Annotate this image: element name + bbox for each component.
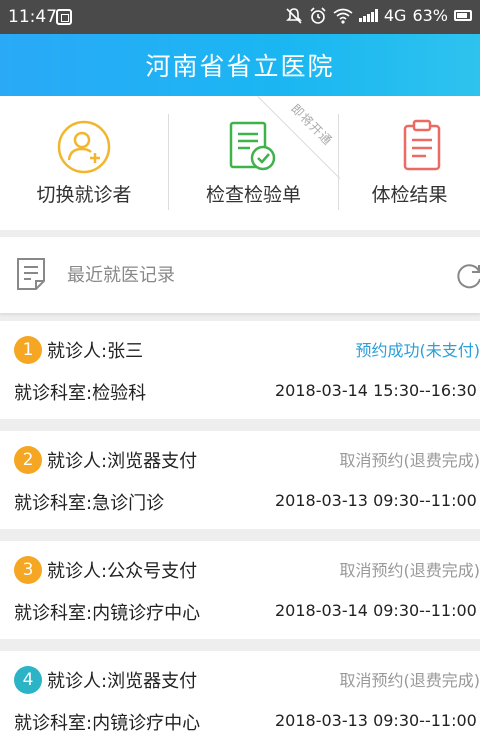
record-status: 取消预约(退费完成) [339, 671, 480, 690]
record-time: 2018-03-13 09:30--11:00 [275, 491, 477, 510]
coming-soon-ribbon: 即将开通 [250, 96, 340, 186]
recent-records-label: 最近就医记录 [67, 265, 175, 286]
checklist-label: 检查检验单 [205, 184, 301, 206]
record-status: 取消预约(退费完成) [339, 451, 480, 470]
wifi-icon [333, 8, 353, 24]
record-time: 2018-03-13 09:30--11:00 [275, 711, 477, 730]
status-bar: 11:47 4G 63% [0, 0, 480, 34]
switch-patient-label: 切换就诊者 [36, 184, 132, 206]
record-patient: 就诊人:张三 [47, 341, 144, 362]
record-patient: 就诊人:浏览器支付 [47, 451, 198, 472]
clipboard-icon [403, 119, 441, 171]
record-index-badge: 3 [14, 556, 42, 584]
alarm-icon [310, 6, 326, 24]
record-time: 2018-03-14 09:30--11:00 [275, 601, 477, 620]
network-type: 4G [383, 6, 407, 25]
record-card[interactable]: 3 就诊人:公众号支付 取消预约(退费完成) 就诊科室:内镜诊疗中心 2018-… [0, 541, 480, 639]
record-department: 就诊科室:内镜诊疗中心 [14, 603, 201, 624]
page-title: 河南省省立医院 [145, 52, 335, 81]
record-card[interactable]: 1 就诊人:张三 预约成功(未支付) 就诊科室:检验科 2018-03-14 1… [0, 321, 480, 419]
scan-icon [56, 9, 72, 25]
record-patient: 就诊人:公众号支付 [47, 561, 198, 582]
ribbon-text: 即将开通 [288, 101, 335, 149]
recent-records-header[interactable]: 最近就医记录 [0, 237, 480, 313]
refresh-icon[interactable] [455, 262, 480, 290]
record-status: 取消预约(退费完成) [339, 561, 480, 580]
app-header: 河南省省立医院 [0, 34, 480, 96]
quick-actions: 切换就诊者 即将开通 检查检验单 体检结果 [0, 96, 480, 230]
battery-icon [454, 10, 472, 21]
record-card[interactable]: 4 就诊人:浏览器支付 取消预约(退费完成) 就诊科室:内镜诊疗中心 2018-… [0, 651, 480, 745]
exam-results-button[interactable]: 体检结果 [339, 96, 480, 230]
record-card[interactable]: 2 就诊人:浏览器支付 取消预约(退费完成) 就诊科室:急诊门诊 2018-03… [0, 431, 480, 529]
record-index-badge: 4 [14, 666, 42, 694]
record-index-badge: 2 [14, 446, 42, 474]
switch-patient-icon [57, 120, 111, 174]
record-department: 就诊科室:急诊门诊 [14, 493, 165, 514]
exam-results-label: 体检结果 [371, 184, 448, 206]
record-status: 预约成功(未支付) [355, 341, 480, 360]
record-department: 就诊科室:检验科 [14, 383, 147, 404]
signal-icon [358, 9, 378, 22]
status-icons: 4G 63% [285, 6, 472, 25]
switch-patient-button[interactable]: 切换就诊者 [0, 96, 168, 230]
document-icon [17, 258, 45, 290]
checklist-button[interactable]: 即将开通 检查检验单 [169, 96, 338, 230]
record-patient: 就诊人:浏览器支付 [47, 671, 198, 692]
mute-icon [285, 7, 302, 24]
record-index-badge: 1 [14, 336, 42, 364]
record-time: 2018-03-14 15:30--16:30 [275, 381, 477, 400]
battery-percent: 63% [412, 6, 448, 25]
status-time: 11:47 [8, 7, 57, 27]
record-department: 就诊科室:内镜诊疗中心 [14, 713, 201, 734]
